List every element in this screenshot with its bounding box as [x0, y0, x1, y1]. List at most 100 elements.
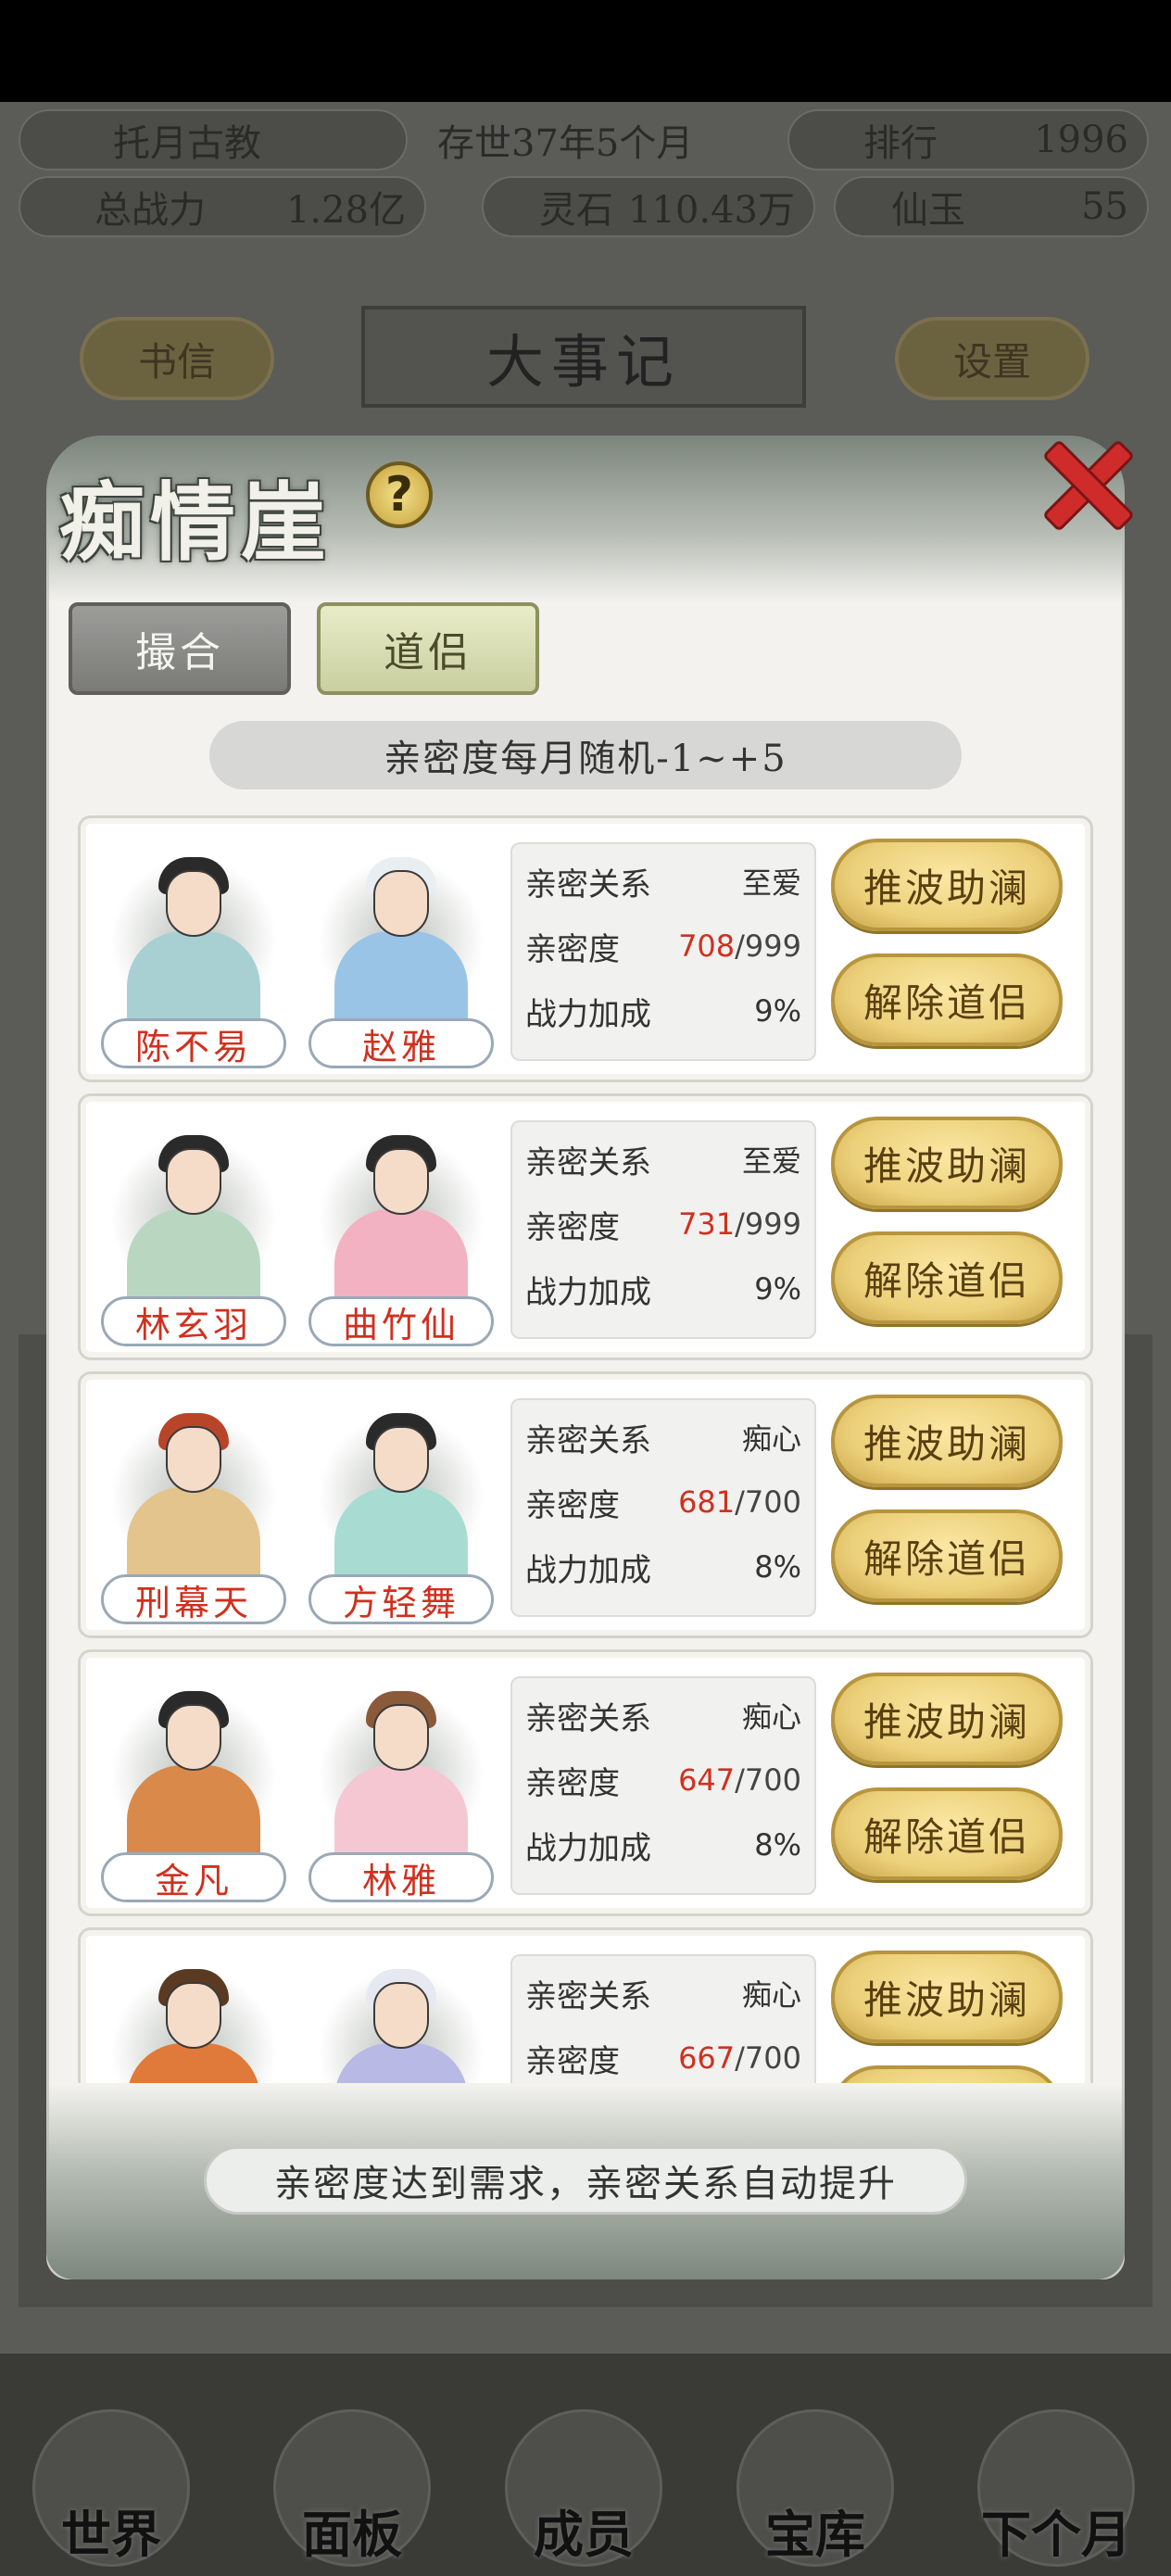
intimacy-value: 681: [678, 1484, 736, 1520]
bonus-value: 8%: [754, 1549, 801, 1585]
bonus-row: 战力加成 9%: [525, 983, 801, 1039]
immortal-jade-label: 仙玉: [891, 189, 965, 232]
relation-row: 亲密关系 至爱: [525, 1131, 801, 1187]
bonus-value: 9%: [754, 993, 801, 1029]
event-log-title: 大事记: [361, 306, 806, 408]
couple-card: 金凡 林雅 亲密关系 痴心 亲密度 647/700 战力加成 8% 推波助澜 解除道侣: [78, 1649, 1093, 1916]
couple-stats: 亲密关系 痴心 亲密度 647/700 战力加成 8%: [510, 1676, 816, 1895]
intimacy-label: 亲密度: [525, 1764, 620, 1802]
dissolve-button[interactable]: 解除道侣: [831, 1231, 1063, 1324]
nav-members-label: 成员: [534, 2505, 634, 2564]
female-portrait: 赵雅: [299, 829, 503, 1072]
couple-stats: 亲密关系 至爱 亲密度 708/999 战力加成 9%: [510, 842, 816, 1061]
couple-card: 刑幕天 方轻舞 亲密关系 痴心 亲密度 681/700 战力加成 8% 推波助澜 解除…: [78, 1371, 1093, 1638]
bonus-label: 战力加成: [525, 1273, 651, 1311]
intimacy-max: /999: [735, 1206, 801, 1242]
nav-members[interactable]: 成员: [482, 2409, 686, 2567]
male-name: 林玄羽: [101, 1296, 286, 1346]
power-value: 1.28亿: [285, 189, 406, 232]
power-field: 总战力 1.28亿: [19, 176, 426, 237]
sect-age-field: 存世37年5个月: [408, 109, 778, 170]
couples-list[interactable]: 陈不易 赵雅 亲密关系 至爱 亲密度 708/999 战力加成 9% 推波助澜 解除道…: [78, 815, 1093, 2083]
female-name: 方轻舞: [308, 1574, 494, 1624]
relation-value: 至爱: [741, 1143, 801, 1179]
male-portrait: [92, 1941, 296, 2083]
immortal-jade-value: 55: [1081, 185, 1128, 228]
female-name: 曲竹仙: [308, 1296, 494, 1346]
nav-panel-label: 面板: [302, 2505, 402, 2564]
couple-stats: 亲密关系 痴心 亲密度 681/700 战力加成 8%: [510, 1398, 816, 1617]
bonus-row: 战力加成 9%: [525, 1261, 801, 1317]
intimacy-row: 亲密度 731/999: [525, 1196, 801, 1252]
settings-button[interactable]: 设置: [895, 317, 1089, 400]
male-portrait: 刑幕天: [92, 1385, 296, 1628]
tab-partners[interactable]: 道侣: [317, 602, 539, 695]
female-portrait: 曲竹仙: [299, 1107, 503, 1350]
close-icon[interactable]: [1038, 436, 1130, 528]
bonus-label: 战力加成: [525, 1551, 651, 1589]
dissolve-button[interactable]: [831, 2065, 1063, 2083]
relation-label: 亲密关系: [525, 1421, 651, 1459]
dissolve-button[interactable]: 解除道侣: [831, 1509, 1063, 1602]
boost-button[interactable]: 推波助澜: [831, 1117, 1063, 1209]
intimacy-value: 731: [678, 1206, 736, 1242]
male-portrait: 林玄羽: [92, 1107, 296, 1350]
sect-name-field: 托月古教: [19, 109, 408, 170]
dialog-title: 痴情崖: [59, 473, 333, 573]
nav-world[interactable]: 世界: [9, 2409, 213, 2567]
sect-age: 存世37年5个月: [437, 122, 694, 165]
boost-button[interactable]: 推波助澜: [831, 1951, 1063, 2043]
sect-name: 托月古教: [113, 122, 261, 165]
dissolve-button[interactable]: 解除道侣: [831, 1787, 1063, 1880]
help-icon[interactable]: ?: [366, 461, 433, 528]
couple-card: 亲密关系 痴心 亲密度 667/700 推波助澜: [78, 1927, 1093, 2083]
female-name: 赵雅: [308, 1018, 494, 1068]
female-name: 林雅: [308, 1852, 494, 1902]
boost-button[interactable]: 推波助澜: [831, 839, 1063, 931]
male-name: 金凡: [101, 1852, 286, 1902]
intimacy-label: 亲密度: [525, 1486, 620, 1524]
intimacy-row: 亲密度 681/700: [525, 1474, 801, 1530]
couple-card: 林玄羽 曲竹仙 亲密关系 至爱 亲密度 731/999 战力加成 9% 推波助澜 解除…: [78, 1093, 1093, 1360]
nav-next-month[interactable]: 下个月: [954, 2409, 1158, 2567]
bonus-label: 战力加成: [525, 995, 651, 1033]
intimacy-value: 647: [678, 1762, 736, 1798]
intimacy-max: /700: [735, 2040, 801, 2076]
status-bar: [0, 0, 1171, 102]
couple-stats: 亲密关系 痴心 亲密度 667/700: [510, 1954, 816, 2083]
immortal-jade-field: 仙玉 55: [834, 176, 1149, 237]
intimacy-row: 亲密度 708/999: [525, 918, 801, 974]
relation-row: 亲密关系 痴心: [525, 1409, 801, 1465]
boost-button[interactable]: 推波助澜: [831, 1395, 1063, 1487]
power-label: 总战力: [94, 189, 206, 232]
nav-world-label: 世界: [61, 2505, 161, 2564]
relation-value: 至爱: [741, 865, 801, 901]
rank-value: 1996: [1034, 119, 1128, 161]
male-portrait: 陈不易: [92, 829, 296, 1072]
bonus-label: 战力加成: [525, 1829, 651, 1867]
intimacy-footer-note: 亲密度达到需求，亲密关系自动提升: [204, 2146, 967, 2215]
nav-panel[interactable]: 面板: [250, 2409, 454, 2567]
spirit-stone-field: 灵石 110.43万: [482, 176, 815, 237]
relation-label: 亲密关系: [525, 865, 651, 903]
nav-treasury[interactable]: 宝库: [713, 2409, 917, 2567]
relation-label: 亲密关系: [525, 1977, 651, 2015]
bottom-nav: 世界 面板 成员 宝库 下个月: [0, 2354, 1171, 2576]
letters-button[interactable]: 书信: [80, 317, 274, 400]
relation-row: 亲密关系 痴心: [525, 1965, 801, 2021]
rank-field: 排行 1996: [787, 109, 1149, 170]
relation-label: 亲密关系: [525, 1143, 651, 1181]
relation-row: 亲密关系 至爱: [525, 853, 801, 909]
intimacy-max: /999: [735, 928, 801, 964]
tab-matchmaking[interactable]: 撮合: [69, 602, 291, 695]
male-name: 刑幕天: [101, 1574, 286, 1624]
intimacy-row: 亲密度 647/700: [525, 1752, 801, 1808]
bonus-row: 战力加成 8%: [525, 1539, 801, 1595]
female-portrait: 林雅: [299, 1663, 503, 1906]
dissolve-button[interactable]: 解除道侣: [831, 953, 1063, 1046]
relation-value: 痴心: [741, 1977, 801, 2013]
intimacy-max: /700: [735, 1484, 801, 1520]
relation-row: 亲密关系 痴心: [525, 1687, 801, 1743]
boost-button[interactable]: 推波助澜: [831, 1673, 1063, 1765]
relation-value: 痴心: [741, 1421, 801, 1457]
